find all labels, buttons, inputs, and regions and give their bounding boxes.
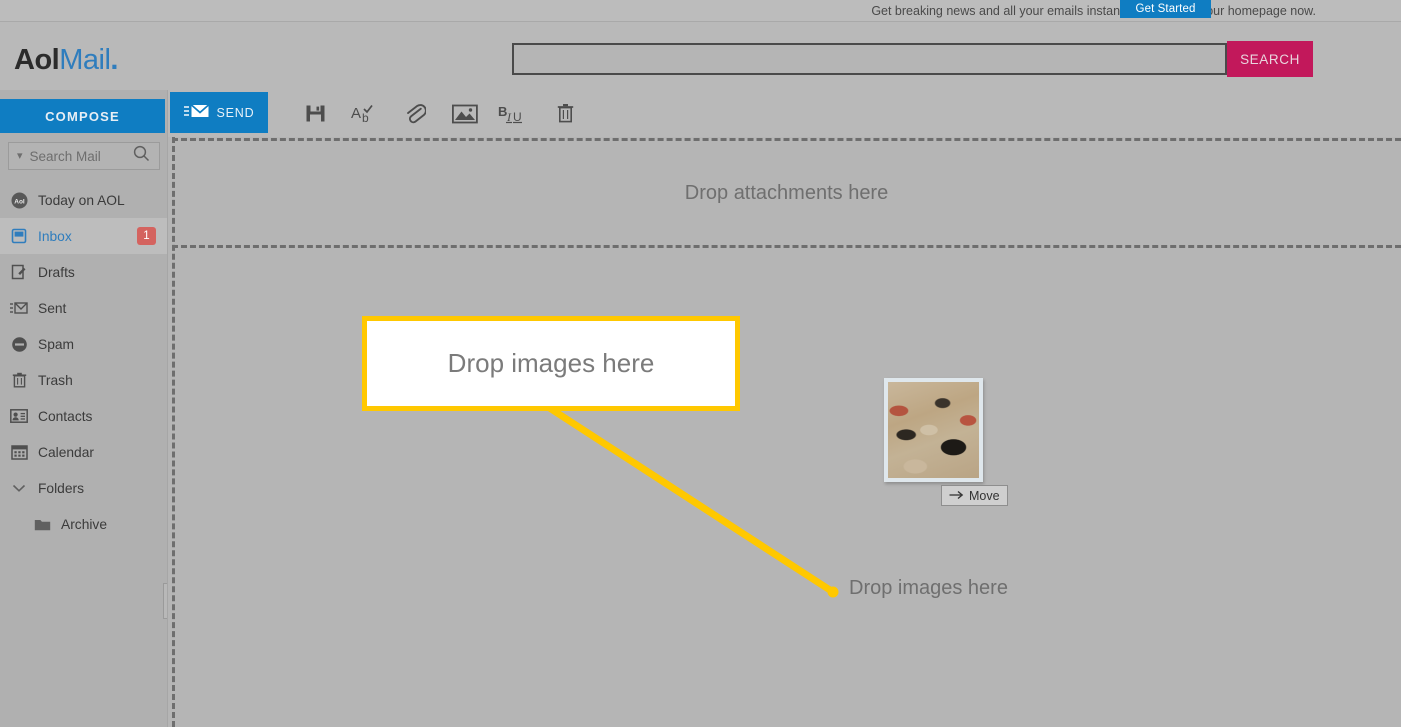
- svg-text:b: b: [362, 111, 369, 125]
- sidebar-item-calendar[interactable]: Calendar: [0, 434, 168, 470]
- attachment-dropzone-top-border: [172, 138, 1401, 141]
- annotation-callout-text: Drop images here: [447, 348, 655, 378]
- trash-icon: [9, 371, 29, 389]
- sidebar-item-label: Trash: [38, 372, 73, 388]
- image-dropzone-label: Drop images here: [849, 577, 1008, 599]
- sidebar-item-label: Drafts: [38, 264, 75, 280]
- contacts-icon: [9, 407, 29, 425]
- arrow-right-icon: [949, 489, 964, 503]
- dragged-image-thumbnail[interactable]: [884, 378, 983, 482]
- sent-icon: [9, 299, 29, 317]
- sidebar-item-label: Inbox: [38, 228, 72, 244]
- text-format-icon[interactable]: BIU: [490, 90, 540, 137]
- calendar-icon: [9, 443, 29, 461]
- sidebar-item-label: Contacts: [38, 408, 93, 424]
- annotation-callout-box: Drop images here: [362, 316, 740, 411]
- drafts-icon: [9, 263, 29, 281]
- sidebar-item-label: Today on AOL: [38, 192, 125, 208]
- chevron-down-icon[interactable]: ▾: [17, 150, 23, 162]
- compose-left-dashed-border: [172, 137, 175, 727]
- svg-text:Aol: Aol: [14, 198, 25, 205]
- spellcheck-icon[interactable]: Ab: [340, 90, 390, 137]
- compose-button[interactable]: COMPOSE: [0, 99, 165, 133]
- inbox-icon: [9, 227, 29, 245]
- drag-move-label: Move: [969, 488, 1000, 503]
- spam-icon: [9, 335, 29, 353]
- sidebar-nav: Aol Today on AOL Inbox 1 Drafts Sent Spa…: [0, 182, 168, 542]
- insert-image-icon[interactable]: [440, 90, 490, 137]
- sidebar-item-label: Spam: [38, 336, 75, 352]
- sidebar-item-folders[interactable]: Folders: [0, 470, 168, 506]
- svg-text:A: A: [351, 105, 361, 122]
- app-header: AolMail. SEARCH: [0, 21, 1401, 91]
- sidebar-item-today-on-aol[interactable]: Aol Today on AOL: [0, 182, 168, 218]
- search-input[interactable]: [512, 43, 1227, 75]
- sidebar-item-trash[interactable]: Trash: [0, 362, 168, 398]
- compose-toolbar: SEND Ab BIU: [168, 90, 1401, 137]
- logo-mail-text: Mail: [59, 44, 111, 76]
- get-started-button[interactable]: Get Started: [1120, 0, 1211, 18]
- inbox-unread-badge: 1: [137, 227, 156, 245]
- sidebar-item-spam[interactable]: Spam: [0, 326, 168, 362]
- sidebar: COMPOSE ▾ Search Mail Aol Today on AOL I…: [0, 90, 172, 727]
- search-icon[interactable]: [133, 145, 150, 167]
- sidebar-item-inbox[interactable]: Inbox 1: [0, 218, 168, 254]
- sidebar-item-label: Calendar: [38, 444, 94, 460]
- global-search: SEARCH: [512, 41, 1313, 77]
- sidebar-item-sent[interactable]: Sent: [0, 290, 168, 326]
- aol-mail-compose-screen: Get breaking news and all your emails in…: [0, 0, 1401, 727]
- delete-trash-icon[interactable]: [540, 90, 590, 137]
- logo-dot: .: [110, 44, 118, 76]
- chevron-down-icon[interactable]: [9, 479, 29, 497]
- sidebar-item-archive[interactable]: Archive: [0, 506, 168, 542]
- svg-text:B: B: [498, 104, 507, 119]
- compose-pane: SEND Ab BIU Drop attachments here Drop i…: [168, 90, 1401, 727]
- sidebar-item-drafts[interactable]: Drafts: [0, 254, 168, 290]
- attachment-dropzone-label: Drop attachments here: [684, 182, 889, 204]
- promo-bar-content: Get breaking news and all your emails in…: [871, 0, 1316, 21]
- search-mail-placeholder: Search Mail: [29, 148, 101, 164]
- search-mail-box[interactable]: ▾ Search Mail: [8, 142, 160, 170]
- send-button-label: SEND: [216, 105, 255, 120]
- send-envelope-icon: [183, 103, 210, 122]
- sidebar-item-contacts[interactable]: Contacts: [0, 398, 168, 434]
- sidebar-item-label: Folders: [38, 480, 85, 496]
- drag-move-indicator: Move: [941, 485, 1008, 506]
- sidebar-item-label: Sent: [38, 300, 67, 316]
- thumbnail-photo: [888, 382, 979, 478]
- folder-icon: [32, 515, 52, 533]
- promo-text: Get breaking news and all your emails in…: [871, 3, 1316, 18]
- send-button[interactable]: SEND: [170, 92, 268, 133]
- aol-icon: Aol: [9, 191, 29, 209]
- search-button[interactable]: SEARCH: [1227, 41, 1313, 77]
- save-icon[interactable]: [290, 90, 340, 137]
- promo-bar: Get breaking news and all your emails in…: [0, 0, 1401, 21]
- attachment-dropzone-bottom-border: [172, 245, 1401, 248]
- sidebar-item-label: Archive: [61, 516, 108, 532]
- aol-mail-logo[interactable]: AolMail.: [14, 44, 118, 77]
- attachment-paperclip-icon[interactable]: [390, 90, 440, 137]
- logo-aol-text: Aol: [14, 44, 60, 76]
